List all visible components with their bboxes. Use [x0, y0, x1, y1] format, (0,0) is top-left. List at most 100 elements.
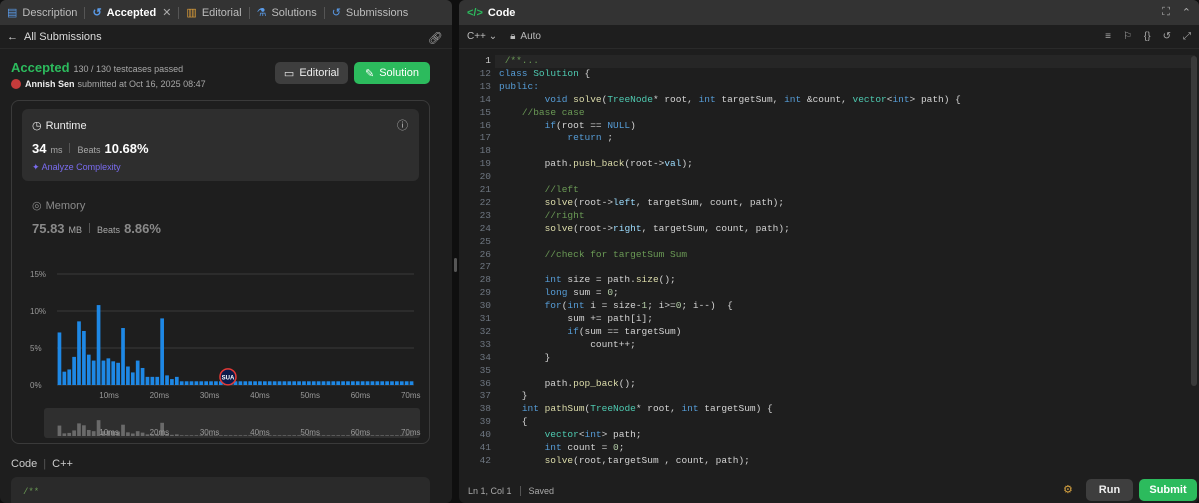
chart-bar: [62, 371, 67, 385]
code-line[interactable]: //base case: [499, 107, 585, 120]
chart-bar: [121, 328, 125, 385]
format-icon[interactable]: ≡: [1105, 31, 1111, 42]
chart-bar: [160, 318, 164, 385]
overview-bar: [380, 435, 385, 436]
maximize-icon[interactable]: ⛶: [1162, 6, 1170, 19]
chart-bar: [96, 305, 101, 385]
code-line[interactable]: //left: [499, 184, 579, 197]
editor-scrollbar[interactable]: [1191, 56, 1197, 386]
code-line[interactable]: long sum = 0;: [499, 287, 619, 300]
code-line[interactable]: path.pop_back();: [499, 378, 636, 391]
code-line[interactable]: solve(root,targetSum , count, path);: [499, 455, 750, 468]
code-line[interactable]: }: [499, 352, 551, 365]
code-editor[interactable]: 1 /**... 12 class Solution {13 public: 14 vo…: [459, 52, 1199, 470]
overview-tick-label: 30ms: [200, 428, 220, 437]
code-line[interactable]: if(root == NULL): [499, 120, 636, 133]
tab-submissions[interactable]: ↺ Submissions: [325, 0, 416, 25]
expand-icon[interactable]: ⤢: [1183, 31, 1191, 42]
debug-icon[interactable]: ⚙: [1063, 483, 1073, 496]
overview-bar: [135, 431, 140, 436]
tab-accepted[interactable]: ↺ Accepted ✕: [85, 0, 178, 25]
code-line[interactable]: return ;: [499, 132, 613, 145]
chart-bar: [385, 381, 389, 385]
overview-bar: [336, 435, 341, 436]
code-panel: </> Code ⛶ ⌃ C++ ⌄ 🔒︎ Auto ≡ ⚐ {} ↺ ⤢ 1 /**…: [459, 0, 1199, 503]
solutions-icon: ⚗: [256, 7, 267, 19]
submitted-code-preview: /**: [11, 477, 430, 503]
avatar[interactable]: [11, 79, 21, 89]
code-line[interactable]: path.push_back(root->val);: [499, 158, 693, 171]
code-icon: </>: [467, 6, 483, 19]
solution-button[interactable]: ✎ Solution: [354, 62, 430, 84]
code-line[interactable]: for(int i = size-1; i>=0; i--) {: [499, 300, 733, 313]
code-line[interactable]: class Solution {: [499, 68, 590, 81]
reset-icon[interactable]: ↺: [1163, 31, 1171, 42]
code-line[interactable]: //right: [499, 210, 585, 223]
line-number: 17: [479, 132, 491, 144]
collapse-icon[interactable]: ⌃: [1182, 6, 1191, 19]
braces-icon[interactable]: {}: [1144, 31, 1151, 42]
code-line[interactable]: {: [499, 416, 528, 429]
x-tick-label: 20ms: [150, 391, 170, 400]
run-button[interactable]: Run: [1086, 479, 1133, 501]
chart-bar: [116, 362, 120, 385]
code-line[interactable]: count++;: [499, 339, 636, 352]
code-line[interactable]: int pathSum(TreeNode* root, int targetSu…: [499, 403, 773, 416]
code-line[interactable]: public:: [499, 81, 539, 94]
chart-bar: [321, 381, 326, 385]
code-line[interactable]: vector<int> path;: [499, 429, 642, 442]
all-submissions-link[interactable]: ← All Submissions: [0, 25, 452, 49]
line-number: 43: [459, 468, 491, 470]
chart-bar: [326, 381, 331, 385]
code-line[interactable]: return count;: [499, 468, 619, 470]
chart-bar: [199, 381, 204, 385]
back-arrow-icon: ←: [7, 30, 18, 43]
panel-resizer[interactable]: [452, 0, 459, 503]
chart-bar: [292, 381, 297, 385]
share-link-icon[interactable]: 🔗︎: [428, 31, 443, 45]
testcases-passed: 130 / 130 testcases passed: [73, 64, 184, 74]
chart-bar: [72, 356, 76, 385]
chart-bar: [336, 381, 341, 385]
line-number: 35: [479, 364, 491, 376]
chart-bar: [248, 381, 253, 385]
submit-button[interactable]: Submit: [1139, 479, 1197, 501]
user-name[interactable]: Annish Sen: [25, 79, 75, 89]
overview-bar: [228, 435, 233, 436]
code-line[interactable]: int size = path.size();: [499, 274, 676, 287]
code-line[interactable]: solve(root->right, targetSum, count, pat…: [499, 223, 790, 236]
code-line[interactable]: if(sum == targetSum): [499, 326, 681, 339]
chart-bar: [311, 381, 316, 385]
code-line[interactable]: solve(root->left, targetSum, count, path…: [499, 197, 784, 210]
code-line[interactable]: //check for targetSum Sum: [499, 249, 688, 262]
code-line[interactable]: }: [499, 390, 528, 403]
code-line[interactable]: sum += path[i];: [499, 313, 653, 326]
chart-bar: [82, 330, 86, 385]
code-line[interactable]: /**...: [499, 55, 539, 68]
overview-bar: [184, 435, 189, 436]
code-line[interactable]: int count = 0;: [499, 442, 625, 455]
tab-solutions[interactable]: ⚗ Solutions: [250, 0, 324, 25]
chevron-down-icon: ⌄: [488, 31, 498, 42]
close-tab-icon[interactable]: ✕: [162, 6, 171, 19]
chart-bar: [365, 381, 370, 385]
line-number: 29: [479, 287, 491, 299]
tab-description[interactable]: ▤ Description: [0, 0, 84, 25]
tab-editorial[interactable]: ▥ Editorial: [179, 0, 248, 25]
overview-bar: [375, 435, 380, 436]
language-select[interactable]: C++ ⌄: [467, 31, 497, 42]
chart-bar: [302, 381, 306, 385]
line-number: 12: [479, 67, 491, 79]
chart-bar: [341, 381, 345, 385]
code-section-header: Code | C++: [11, 458, 73, 470]
chart-bar: [214, 381, 218, 385]
overview-bar: [331, 435, 336, 436]
bookmark-icon[interactable]: ⚐: [1123, 31, 1132, 42]
code-line[interactable]: void solve(TreeNode* root, int targetSum…: [499, 94, 961, 107]
chart-bar: [375, 381, 380, 385]
editorial-button[interactable]: ▭ Editorial: [275, 62, 348, 84]
chart-bar: [184, 381, 189, 385]
runtime-distribution-chart[interactable]: 15% 10% 5% 0% 10ms 20ms 30ms 40ms 50ms 60ms 70ms SU…: [12, 101, 431, 445]
overview-bar: [272, 435, 277, 436]
overview-bar: [341, 435, 345, 436]
